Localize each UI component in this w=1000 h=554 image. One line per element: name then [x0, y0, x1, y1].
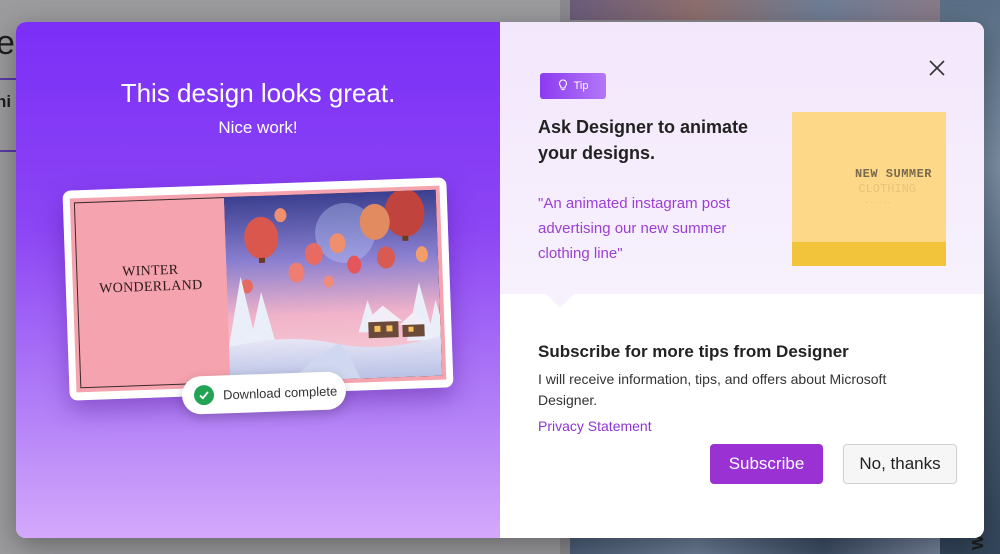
design-title: WINTER WONDERLAND	[98, 262, 203, 297]
close-icon	[929, 59, 945, 81]
privacy-statement-link[interactable]: Privacy Statement	[538, 418, 652, 434]
designer-dialog: This design looks great. Nice work! WINT…	[16, 22, 984, 538]
subscribe-heading: Subscribe for more tips from Designer	[538, 342, 849, 361]
check-circle-icon	[193, 384, 215, 406]
background-partial-title: e	[0, 24, 15, 62]
info-pane: Tip Ask Designer to animate your designs…	[500, 22, 984, 538]
lightbulb-icon	[558, 78, 568, 94]
animated-post-preview: NEW SUMMER CLOTHING · · · · · ·	[792, 112, 946, 266]
design-preview-canvas: WINTER WONDERLAND	[69, 185, 447, 393]
preview-title: NEW SUMMER	[854, 167, 932, 181]
success-subline: Nice work!	[218, 118, 298, 137]
preview-fine-print: · · · · · ·	[866, 200, 891, 205]
preview-subtitle: CLOTHING	[858, 182, 916, 196]
download-complete-toast: Download complete	[181, 371, 347, 415]
close-button[interactable]	[925, 58, 949, 82]
background-thumbnail-row	[570, 0, 950, 20]
no-thanks-button[interactable]: No, thanks	[843, 444, 957, 484]
tip-badge: Tip	[540, 73, 606, 99]
toast-text: Download complete	[222, 382, 338, 402]
hot-air-balloon-winter-scene-image	[223, 189, 443, 384]
background-partial-label: hi	[0, 92, 12, 111]
success-pane: This design looks great. Nice work! WINT…	[16, 22, 500, 538]
tip-section: Tip Ask Designer to animate your designs…	[500, 22, 984, 294]
tip-pointer	[544, 292, 576, 308]
success-headline: This design looks great.	[120, 78, 396, 108]
tip-heading: Ask Designer to animate your designs.	[538, 117, 749, 163]
preview-yellow-band	[792, 242, 946, 266]
tip-example-prompt: "An animated instagram post advertising …	[538, 195, 731, 262]
subscribe-button[interactable]: Subscribe	[710, 444, 823, 484]
subscribe-description: I will receive information, tips, and of…	[538, 371, 887, 408]
tip-badge-label: Tip	[573, 80, 589, 92]
design-preview-card: WINTER WONDERLAND	[62, 177, 454, 401]
background-thumbnail-row	[570, 536, 950, 554]
